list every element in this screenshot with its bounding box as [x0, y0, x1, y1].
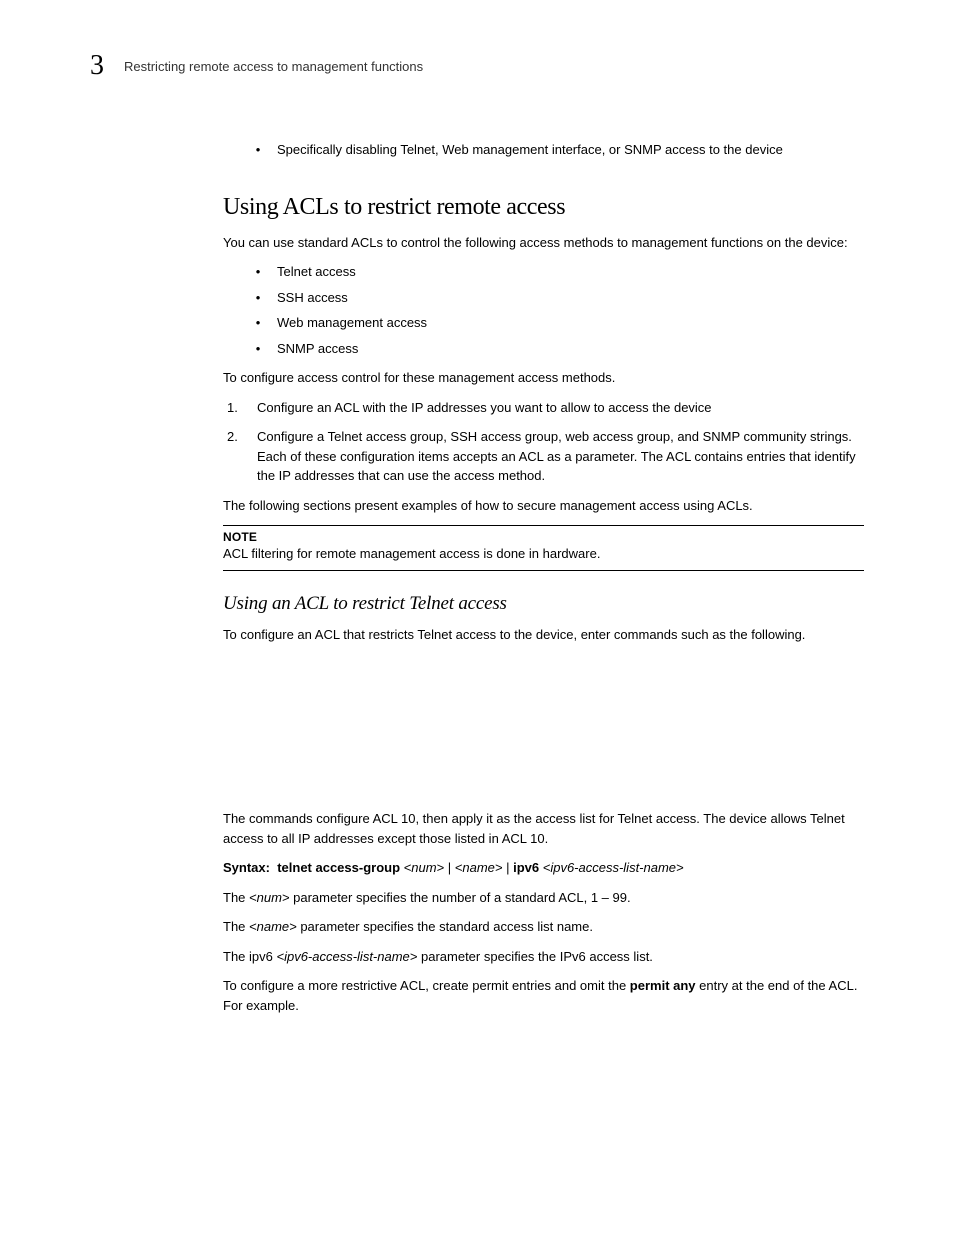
syntax-sep: | — [448, 860, 455, 875]
text-run-bold: permit any — [630, 978, 696, 993]
bullet-icon: • — [251, 313, 265, 333]
bullet-icon: • — [251, 140, 265, 160]
section-heading: Using ACLs to restrict remote access — [223, 194, 864, 221]
note-block: NOTE ACL filtering for remote management… — [223, 525, 864, 571]
list-item: • SNMP access — [251, 339, 864, 359]
paragraph: To configure a more restrictive ACL, cre… — [223, 976, 864, 1015]
running-title: Restricting remote access to management … — [124, 59, 423, 74]
text-run-italic: <name> — [249, 919, 297, 934]
syntax-label: Syntax: — [223, 860, 270, 875]
text-run: The — [223, 890, 249, 905]
bullet-icon: • — [251, 262, 265, 282]
paragraph: The commands configure ACL 10, then appl… — [223, 809, 864, 848]
list-item: • Telnet access — [251, 262, 864, 282]
paragraph: The <num> parameter specifies the number… — [223, 888, 864, 908]
paragraph: To configure access control for these ma… — [223, 368, 864, 388]
text-run-italic: <num> — [249, 890, 289, 905]
list-number: 1. — [227, 398, 247, 418]
syntax-command: telnet access-group — [277, 860, 400, 875]
text-run: The ipv6 — [223, 949, 276, 964]
list-item: • SSH access — [251, 288, 864, 308]
document-page: 3 Restricting remote access to managemen… — [0, 0, 954, 1235]
paragraph: You can use standard ACLs to control the… — [223, 233, 864, 253]
note-title: NOTE — [223, 530, 864, 544]
paragraph: The <name> parameter specifies the stand… — [223, 917, 864, 937]
list-item: • Specifically disabling Telnet, Web man… — [251, 140, 864, 160]
paragraph: The following sections present examples … — [223, 496, 864, 516]
syntax-arg: <ipv6-access-list-name> — [543, 860, 684, 875]
bullet-icon: • — [251, 339, 265, 359]
text-run: To configure a more restrictive ACL, cre… — [223, 978, 630, 993]
syntax-line: Syntax: telnet access-group <num> | <nam… — [223, 858, 864, 878]
page-header: 3 Restricting remote access to managemen… — [90, 50, 864, 82]
list-item: 1. Configure an ACL with the IP addresse… — [227, 398, 864, 418]
code-placeholder — [223, 654, 864, 809]
list-item-text: Configure a Telnet access group, SSH acc… — [257, 427, 864, 486]
paragraph: The ipv6 <ipv6-access-list-name> paramet… — [223, 947, 864, 967]
subsection-heading: Using an ACL to restrict Telnet access — [223, 593, 864, 615]
text-run-italic: <ipv6-access-list-name> — [276, 949, 417, 964]
list-item-text: Web management access — [277, 313, 427, 333]
syntax-arg: <num> — [404, 860, 444, 875]
list-number: 2. — [227, 427, 247, 486]
list-item: • Web management access — [251, 313, 864, 333]
text-run: parameter specifies the number of a stan… — [290, 890, 631, 905]
bullet-icon: • — [251, 288, 265, 308]
syntax-arg: <name> — [455, 860, 503, 875]
note-body: ACL filtering for remote management acce… — [223, 544, 864, 564]
text-run: The — [223, 919, 249, 934]
list-item-text: SSH access — [277, 288, 348, 308]
list-item-text: Configure an ACL with the IP addresses y… — [257, 398, 712, 418]
paragraph: To configure an ACL that restricts Telne… — [223, 625, 864, 645]
list-item-text: Specifically disabling Telnet, Web manag… — [277, 140, 783, 160]
text-run: parameter specifies the IPv6 access list… — [417, 949, 653, 964]
list-item-text: SNMP access — [277, 339, 358, 359]
page-content: • Specifically disabling Telnet, Web man… — [223, 140, 864, 1015]
text-run: parameter specifies the standard access … — [297, 919, 593, 934]
list-item-text: Telnet access — [277, 262, 356, 282]
syntax-command: ipv6 — [513, 860, 539, 875]
list-item: 2. Configure a Telnet access group, SSH … — [227, 427, 864, 486]
chapter-number: 3 — [90, 50, 104, 82]
